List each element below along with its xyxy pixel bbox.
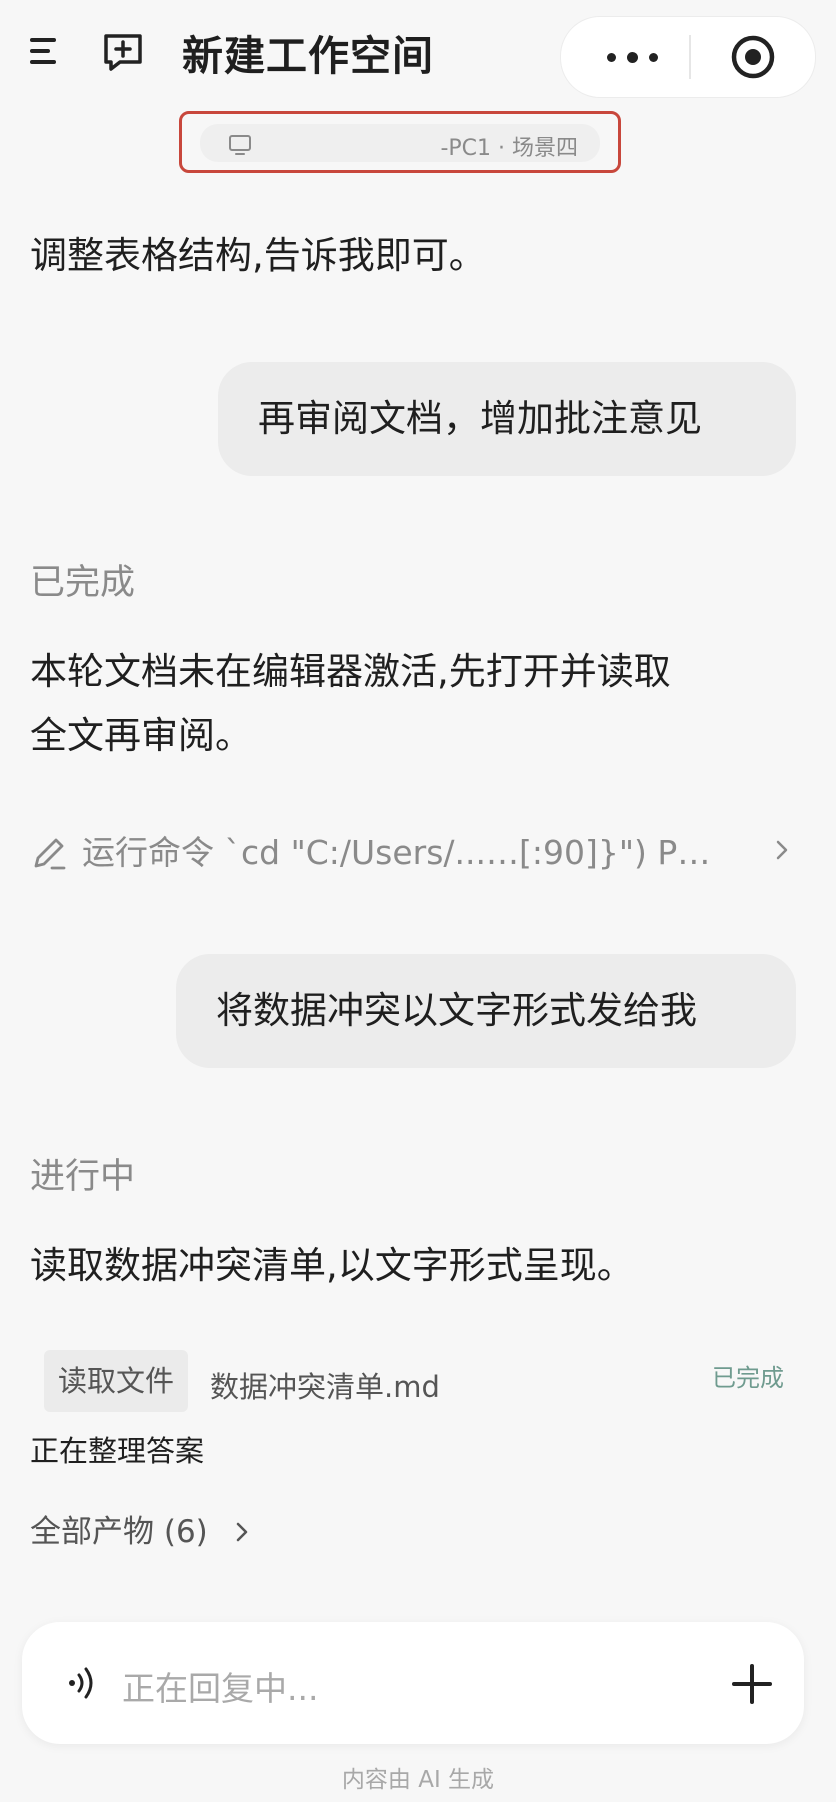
assistant-message-line: 全文再审阅。	[30, 714, 252, 757]
user-message-bubble: 将数据冲突以文字形式发给我	[176, 954, 796, 1068]
ai-disclaimer: 内容由 AI 生成	[341, 1767, 495, 1793]
assistant-message-line: 本轮文档未在编辑器激活,先打开并读取	[30, 650, 671, 693]
action-tag: 读取文件	[44, 1350, 189, 1412]
chevron-right-icon	[234, 1516, 250, 1542]
assistant-message-text: 调整表格结构,告诉我即可。	[30, 234, 486, 277]
more-icon[interactable]	[579, 37, 689, 77]
chat-page: 新建工作空间 -PC1 · 场景四 调整表格结构,告诉我即可。 再审阅文档，增加…	[0, 0, 836, 1802]
all-artifacts-link[interactable]: 全部产物 (6)	[30, 1506, 250, 1551]
status-label: 进行中	[30, 1157, 136, 1197]
capsule-divider	[689, 35, 691, 79]
mini-program-capsule	[560, 16, 816, 98]
top-bar: 新建工作空间	[0, 0, 836, 100]
working-status-text: 正在整理答案	[30, 1434, 205, 1468]
record-target-icon[interactable]	[729, 33, 777, 81]
assistant-message-text: 读取数据冲突清单,以文字形式呈现。	[30, 1244, 634, 1287]
new-workspace-icon[interactable]	[100, 28, 146, 74]
monitor-icon	[228, 134, 252, 156]
file-status: 已完成	[712, 1364, 784, 1392]
menu-icon[interactable]	[24, 30, 64, 70]
device-selector-highlight: -PC1 · 场景四	[179, 111, 621, 173]
device-selector[interactable]: -PC1 · 场景四	[200, 124, 600, 162]
pencil-icon	[30, 834, 68, 872]
file-action-row[interactable]: 读取文件 数据冲突清单.md 已完成	[44, 1350, 784, 1414]
user-message-bubble: 再审阅文档，增加批注意见	[218, 362, 796, 476]
page-title: 新建工作空间	[182, 32, 434, 80]
plus-icon[interactable]	[728, 1660, 776, 1708]
user-message-text: 再审阅文档，增加批注意见	[258, 397, 702, 440]
message-input[interactable]: 正在回复中...	[122, 1662, 318, 1710]
user-message-text: 将数据冲突以文字形式发给我	[216, 989, 697, 1032]
command-step[interactable]: 运行命令 `cd "C:/Users/...…[:90]}") P…	[30, 826, 800, 876]
artifacts-label: 全部产物 (6)	[30, 1514, 208, 1550]
command-text: 运行命令 `cd "C:/Users/...…[:90]}") P…	[82, 833, 711, 872]
voice-icon[interactable]	[60, 1660, 106, 1706]
chevron-right-icon	[772, 838, 792, 862]
chat-input-bar: 正在回复中...	[22, 1622, 804, 1744]
file-name: 数据冲突清单.md	[210, 1370, 440, 1404]
assistant-message-text: 本轮文档未在编辑器激活,先打开并读取 全文再审阅。	[30, 644, 671, 764]
device-label: -PC1 · 场景四	[440, 136, 578, 161]
status-label: 已完成	[30, 563, 136, 603]
